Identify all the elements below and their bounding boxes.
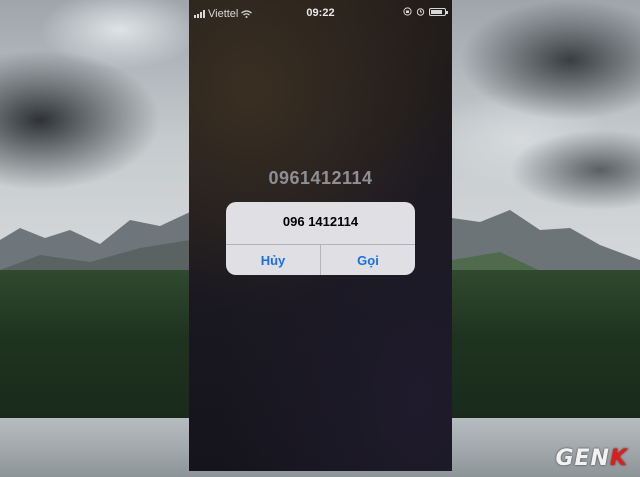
battery-icon (429, 7, 448, 16)
call-confirmation-alert: 096 1412114 Hủy Gọi (226, 202, 415, 275)
alert-message: 096 1412114 (282, 214, 359, 229)
alarm-icon (416, 8, 425, 16)
phone-screen: Viettel 09:22 0961412114 096 1412114 Hủy… (189, 0, 452, 471)
dialed-number: 0961412114 (268, 168, 373, 188)
orientation-lock-icon (403, 7, 412, 16)
status-bar: Viettel 09:22 (189, 0, 452, 24)
cancel-button[interactable]: Hủy (226, 245, 320, 275)
call-button[interactable]: Gọi (321, 245, 415, 275)
genk-watermark-logo: GENK (555, 446, 628, 471)
